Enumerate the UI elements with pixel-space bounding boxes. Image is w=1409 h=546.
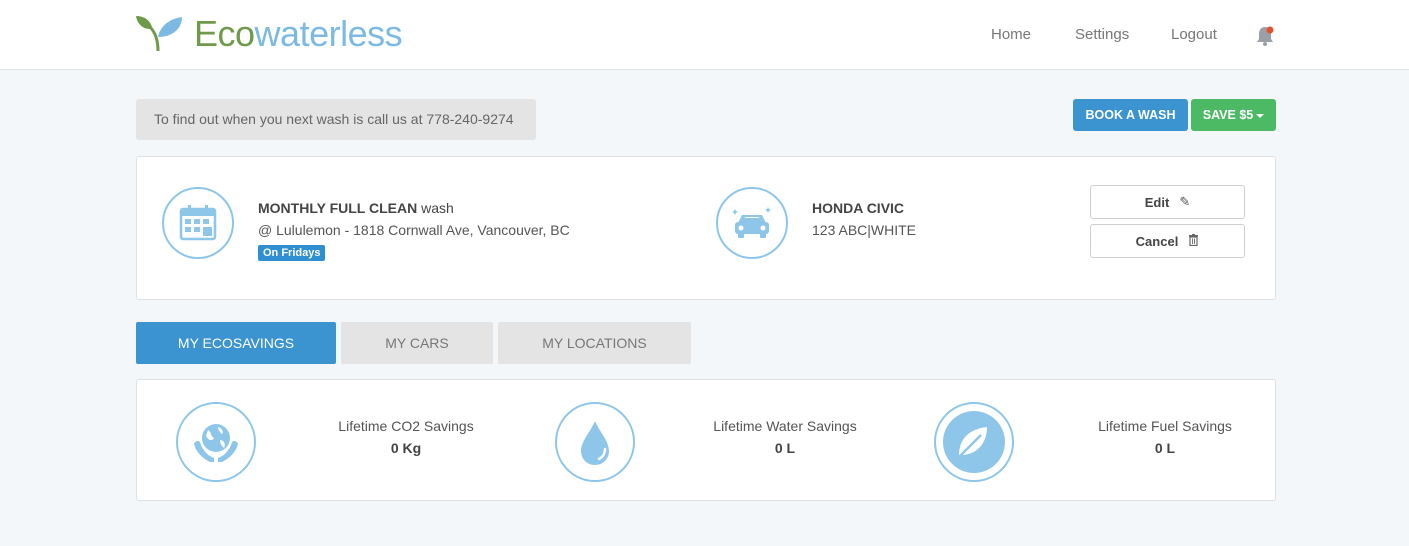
cancel-button[interactable]: Cancel xyxy=(1090,224,1245,258)
co2-value: 0 Kg xyxy=(390,440,422,456)
wash-location: @ Lululemon - 1818 Cornwall Ave, Vancouv… xyxy=(258,222,570,238)
car-plate: 123 ABC|WHITE xyxy=(812,222,917,238)
calendar-icon xyxy=(179,205,217,241)
header: Ecowaterless Home Settings Logout xyxy=(0,0,1409,70)
water-value: 0 L xyxy=(774,440,796,456)
save-label: SAVE $5 xyxy=(1202,108,1254,122)
pencil-icon: ✎ xyxy=(1179,194,1191,209)
book-wash-button[interactable]: BOOK A WASH xyxy=(1073,99,1188,131)
water-drop-icon xyxy=(581,421,609,465)
water-label: Lifetime Water Savings xyxy=(713,418,857,434)
leaf-icon xyxy=(943,411,1005,473)
cancel-label: Cancel xyxy=(1135,233,1179,249)
save-dropdown-button[interactable]: SAVE $5 xyxy=(1191,99,1276,131)
wash-suffix: wash xyxy=(417,200,454,216)
globe-hands-icon xyxy=(194,424,238,462)
trash-icon xyxy=(1188,233,1199,249)
caret-down-icon xyxy=(1256,113,1265,118)
brand-eco: Eco xyxy=(194,13,255,54)
wash-title: MONTHLY FULL CLEAN wash xyxy=(258,200,454,216)
savings-card: Lifetime CO2 Savings 0 Kg Lifetime Water… xyxy=(136,379,1276,501)
calendar-icon-circle xyxy=(162,187,234,259)
car-name: HONDA CIVIC xyxy=(812,200,905,216)
next-wash-info: To find out when you next wash is call u… xyxy=(136,99,536,140)
tab-my-cars[interactable]: MY CARS xyxy=(341,322,493,364)
logo[interactable]: Ecowaterless xyxy=(136,13,403,54)
tab-my-locations[interactable]: MY LOCATIONS xyxy=(498,322,691,364)
wash-plan: MONTHLY FULL CLEAN xyxy=(258,200,418,216)
car-icon xyxy=(732,207,771,238)
nav-settings[interactable]: Settings xyxy=(1075,26,1129,43)
fuel-label: Lifetime Fuel Savings xyxy=(1098,418,1232,434)
tab-my-ecosavings[interactable]: MY ECOSAVINGS xyxy=(136,322,336,364)
co2-icon-circle xyxy=(176,402,256,482)
nav-home[interactable]: Home xyxy=(991,26,1031,43)
car-icon-circle xyxy=(716,187,788,259)
edit-label: Edit xyxy=(1144,194,1170,210)
leaves-logo-icon xyxy=(136,16,182,52)
edit-button[interactable]: Edit ✎ xyxy=(1090,185,1245,219)
brand-rest: waterless xyxy=(254,13,403,54)
co2-label: Lifetime CO2 Savings xyxy=(338,418,474,434)
bell-icon[interactable] xyxy=(1254,24,1278,48)
fuel-value: 0 L xyxy=(1154,440,1176,456)
nav-logout[interactable]: Logout xyxy=(1171,26,1217,43)
brand-name: Ecowaterless xyxy=(194,13,403,54)
water-icon-circle xyxy=(555,402,635,482)
fuel-icon-circle xyxy=(934,402,1014,482)
schedule-badge: On Fridays xyxy=(258,245,326,261)
wash-card: MONTHLY FULL CLEAN wash @ Lululemon - 18… xyxy=(136,156,1276,300)
